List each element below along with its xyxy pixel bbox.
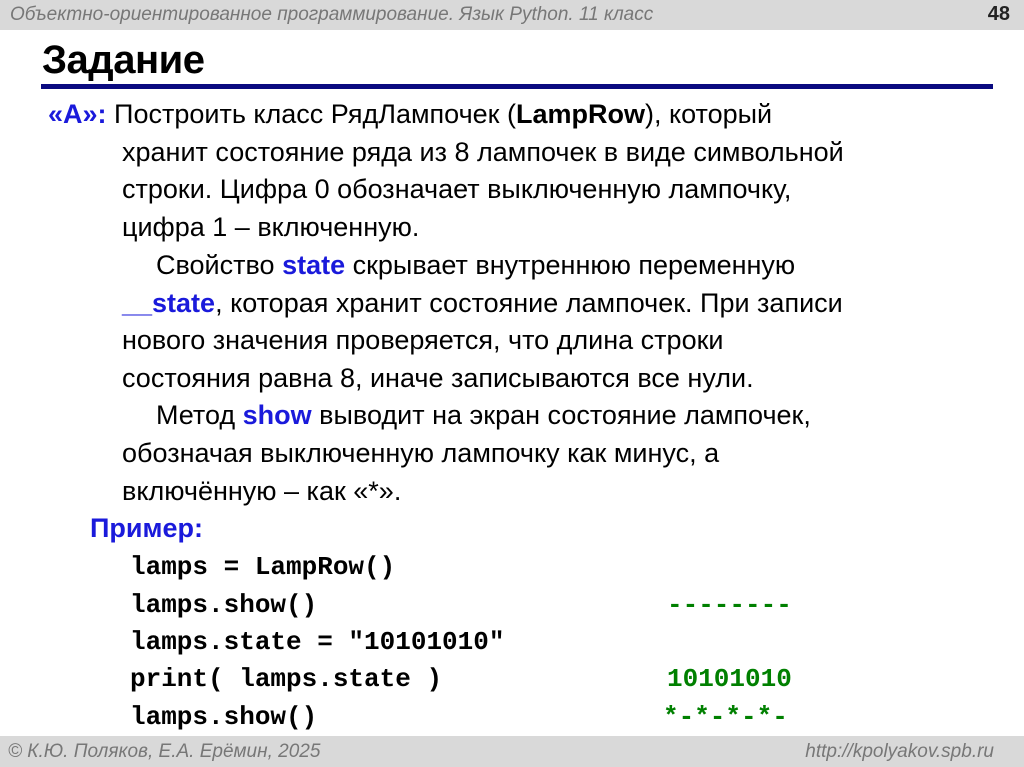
example-heading: Пример: <box>90 513 203 543</box>
task-label: «A»: <box>48 99 107 129</box>
text: выводит на экран состояние лампочек, <box>311 400 811 430</box>
output-line: -------- <box>667 590 792 620</box>
class-name: LampRow <box>516 99 646 129</box>
copyright: © К.Ю. Поляков, Е.А. Ерёмин, 2025 <box>8 741 321 762</box>
text: Построить класс РядЛампочек ( <box>114 99 516 129</box>
task-line: строки. Цифра 0 обозначает выключенную л… <box>122 174 792 204</box>
slide-title: Задание <box>42 38 205 82</box>
code-line: lamps.state = "10101010" <box>130 627 505 657</box>
task-line: __state, которая хранит состояние лампоч… <box>122 288 843 319</box>
code-line: print( lamps.state ) <box>130 664 443 694</box>
method-name: show <box>242 400 312 430</box>
task-line: обозначая выключенную лампочку как минус… <box>122 438 720 468</box>
example-label: Пример <box>90 513 194 543</box>
text: Свойство <box>156 250 283 280</box>
site-link[interactable]: http://kpolyakov.spb.ru <box>805 741 994 763</box>
output-line: *-*-*-*- <box>663 702 788 732</box>
course-title: Объектно-ориентированное программировани… <box>10 4 654 25</box>
code-line: lamps.show() <box>130 590 318 620</box>
task-line: Свойство state скрывает внутреннюю перем… <box>156 250 795 281</box>
task-line: цифра 1 – включенную. <box>122 212 420 242</box>
slide-number: 48 <box>987 3 1010 25</box>
private-field-name: __state <box>122 288 216 318</box>
text: скрывает внутреннюю переменную <box>345 250 796 280</box>
task-line: включённую – как «*». <box>122 476 402 506</box>
header-bar: Объектно-ориентированное программировани… <box>0 0 1024 30</box>
title-divider <box>41 84 993 89</box>
output-line: 10101010 <box>667 664 792 694</box>
text: Метод <box>156 400 243 430</box>
text: , которая хранит состояние лампочек. При… <box>215 288 843 318</box>
task-line: состояния равна 8, иначе записываются вс… <box>122 363 754 393</box>
task-line: нового значения проверяется, что длина с… <box>122 325 724 355</box>
property-name: state <box>282 250 346 280</box>
code-line: lamps = LampRow() <box>130 552 396 582</box>
task-line: хранит состояние ряда из 8 лампочек в ви… <box>122 137 844 167</box>
task-line: «A»: Построить класс РядЛампочек (LampRo… <box>48 99 772 130</box>
task-line: Метод show выводит на экран состояние ла… <box>156 400 811 431</box>
footer-bar: © К.Ю. Поляков, Е.А. Ерёмин, 2025 http:/… <box>0 736 1024 767</box>
code-line: lamps.show() <box>130 702 318 732</box>
text: ), который <box>645 99 773 129</box>
